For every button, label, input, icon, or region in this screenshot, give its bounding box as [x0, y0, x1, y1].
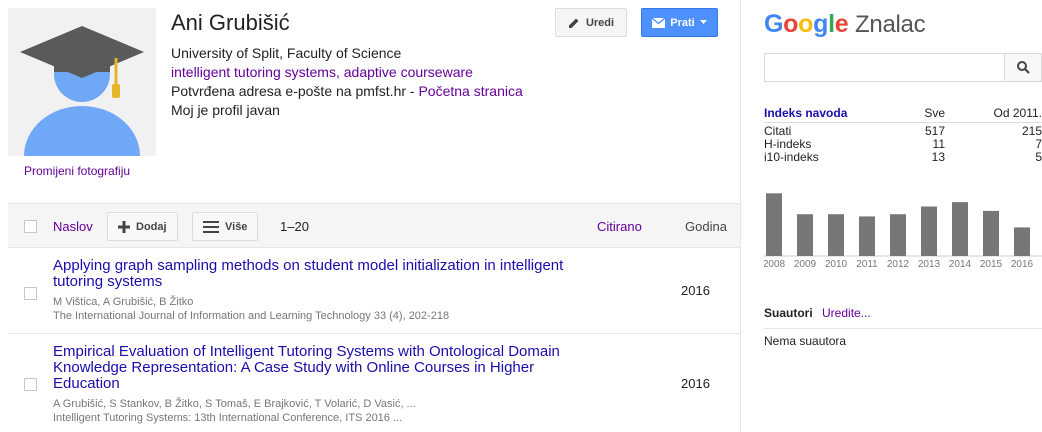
- chart-bar-2008[interactable]: [766, 193, 782, 256]
- chart-year-label: 2016: [1011, 259, 1034, 270]
- interests-link[interactable]: intelligent tutoring systems, adaptive c…: [171, 64, 473, 80]
- chart-bar-2009[interactable]: [797, 214, 813, 256]
- pagination-range: 1–20: [280, 219, 309, 234]
- chart-year-label: 2009: [794, 259, 817, 270]
- search-button[interactable]: [1004, 53, 1042, 82]
- chart-bar-2011[interactable]: [859, 216, 875, 256]
- sort-title-link[interactable]: Naslov: [53, 219, 93, 234]
- article-venue: Intelligent Tutoring Systems: 13th Inter…: [53, 412, 403, 424]
- select-all-checkbox[interactable]: [24, 220, 37, 233]
- pencil-icon: [568, 18, 579, 28]
- articles-toolbar: Naslov Dodaj Više 1–20 Citirano Godina: [8, 203, 740, 248]
- chevron-down-icon: [699, 20, 707, 24]
- article-title-link[interactable]: Empirical Evaluation of Intelligent Tuto…: [53, 344, 573, 392]
- row-checkbox[interactable]: [24, 378, 37, 391]
- article-venue: The International Journal of Information…: [53, 310, 450, 322]
- search-input[interactable]: [764, 53, 1004, 82]
- graduate-avatar-icon: [8, 8, 156, 156]
- sort-year-link[interactable]: Godina: [685, 219, 727, 234]
- chart-year-label: 2014: [949, 259, 972, 270]
- article-year: 2016: [681, 283, 710, 298]
- metrics-row-i10-index: i10-indeks 13 5: [764, 150, 1042, 164]
- article-authors: M Vištica, A Grubišić, B Žitko: [53, 296, 194, 308]
- table-row: Applying graph sampling methods on stude…: [8, 248, 740, 334]
- metrics-title[interactable]: Indeks navoda: [764, 107, 847, 120]
- avatar[interactable]: [8, 8, 156, 156]
- add-button[interactable]: Dodaj: [107, 212, 178, 241]
- chart-year-label: 2010: [825, 259, 848, 270]
- coauthors-edit-link[interactable]: Uredite...: [822, 306, 871, 320]
- chart-year-label: 2015: [980, 259, 1003, 270]
- chart-year-label: 2013: [918, 259, 941, 270]
- chart-year-label: 2008: [764, 259, 786, 270]
- coauthors-title: Suautori: [764, 306, 813, 320]
- email-verified-text: Potvrđena adresa e-pošte na pmfst.hr -: [171, 83, 419, 99]
- menu-lines-icon: [203, 220, 219, 233]
- article-title-link[interactable]: Applying graph sampling methods on stude…: [53, 258, 573, 290]
- chart-bar-2016[interactable]: [1014, 227, 1030, 256]
- chart-bar-2013[interactable]: [921, 206, 937, 257]
- chart-bar-2015[interactable]: [983, 210, 999, 256]
- sort-cited-link[interactable]: Citirano: [597, 219, 642, 234]
- chart-year-label: 2012: [887, 259, 910, 270]
- no-coauthors-text: Nema suautora: [764, 334, 847, 348]
- follow-button[interactable]: Prati: [641, 8, 718, 37]
- profile-details: University of Split, Faculty of Science …: [171, 44, 523, 120]
- public-profile-text: Moj je profil javan: [171, 102, 280, 118]
- column-divider: [740, 0, 741, 432]
- change-photo-link[interactable]: Promijeni fotografiju: [24, 164, 130, 178]
- chart-bar-2010[interactable]: [828, 214, 844, 256]
- edit-button[interactable]: Uredi: [555, 8, 627, 37]
- row-checkbox[interactable]: [24, 287, 37, 300]
- chart-bar-2014[interactable]: [952, 202, 968, 256]
- article-year: 2016: [681, 376, 710, 391]
- chart-year-label: 2011: [856, 259, 878, 270]
- metrics-header: Indeks navoda Sve Od 2011.: [764, 107, 1042, 123]
- homepage-link[interactable]: Početna stranica: [418, 83, 522, 99]
- plus-icon: [118, 220, 130, 233]
- citations-per-year-chart: 2008 2009 2010 2011 2012 2013 2014 2015 2016: [764, 193, 1042, 270]
- article-authors: A Grubišić, S Stankov, B Žitko, S Tomaš,…: [53, 398, 416, 410]
- chart-bar-2012[interactable]: [890, 214, 906, 256]
- more-button[interactable]: Više: [192, 212, 259, 241]
- table-row: Empirical Evaluation of Intelligent Tuto…: [8, 334, 740, 432]
- affiliation: University of Split, Faculty of Science: [171, 45, 402, 61]
- profile-header: Promijeni fotografiju Ani Grubišić Unive…: [0, 0, 740, 203]
- profile-name: Ani Grubišić: [171, 10, 290, 35]
- google-scholar-logo[interactable]: Google Znalac: [764, 10, 926, 39]
- coauthors-section: Suautori Uredite...: [764, 306, 1042, 329]
- citation-metrics-table: Indeks navoda Sve Od 2011. Citati 517 21…: [764, 107, 1042, 164]
- search-icon: [1016, 61, 1030, 74]
- envelope-icon: [652, 17, 666, 28]
